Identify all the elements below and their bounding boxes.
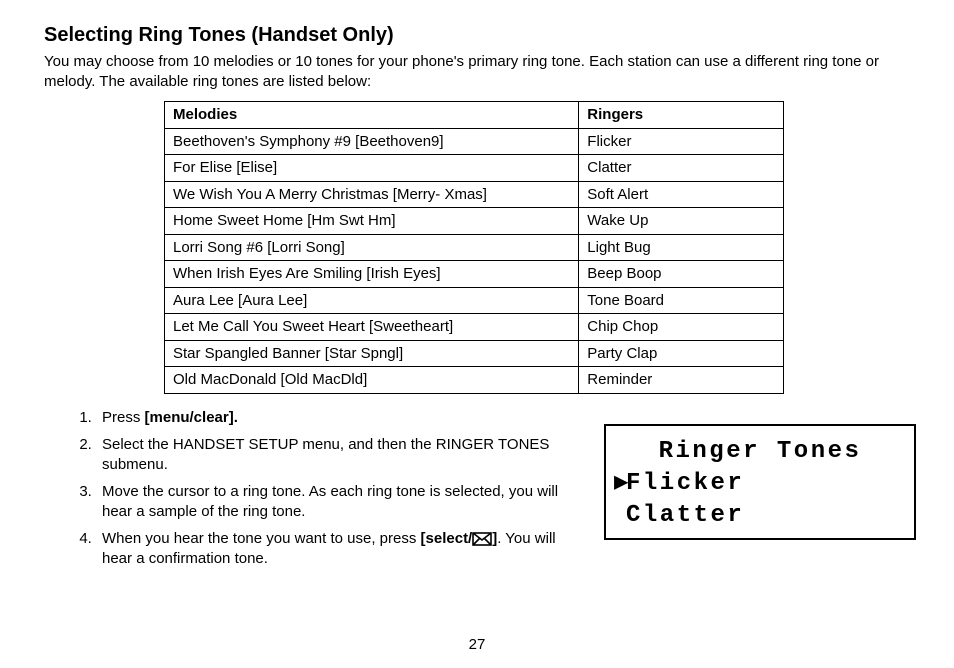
table-header-row: Melodies Ringers <box>165 102 784 129</box>
ringer-cell: Party Clap <box>579 340 784 367</box>
instruction-list: Press [menu/clear]. Select the HANDSET S… <box>84 408 568 577</box>
select-key-label: [select/ <box>421 530 473 547</box>
lcd-line-2: Clatter <box>614 500 906 532</box>
lcd-line-1: ▶Flicker <box>614 468 906 500</box>
handset-lcd-preview: Ringer Tones ▶Flicker Clatter <box>604 424 916 540</box>
manual-page: Selecting Ring Tones (Handset Only) You … <box>0 0 954 668</box>
melody-cell: Star Spangled Banner [Star Spngl] <box>165 340 579 367</box>
melody-cell: For Elise [Elise] <box>165 155 579 182</box>
page-title: Selecting Ring Tones (Handset Only) <box>44 22 916 48</box>
melody-cell: Home Sweet Home [Hm Swt Hm] <box>165 208 579 235</box>
ringer-cell: Tone Board <box>579 287 784 314</box>
table-row: Old MacDonald [Old MacDld]Reminder <box>165 367 784 394</box>
table-row: For Elise [Elise]Clatter <box>165 155 784 182</box>
header-melodies: Melodies <box>165 102 579 129</box>
menu-clear-key: [menu/clear]. <box>145 409 238 426</box>
step-3: Move the cursor to a ring tone. As each … <box>96 482 568 521</box>
ring-tones-table: Melodies Ringers Beethoven's Symphony #9… <box>164 101 784 394</box>
melody-cell: Lorri Song #6 [Lorri Song] <box>165 234 579 261</box>
melody-cell: Beethoven's Symphony #9 [Beethoven9] <box>165 128 579 155</box>
table-row: When Irish Eyes Are Smiling [Irish Eyes]… <box>165 261 784 288</box>
step-4: When you hear the tone you want to use, … <box>96 529 568 568</box>
melody-cell: Old MacDonald [Old MacDld] <box>165 367 579 394</box>
table-row: Let Me Call You Sweet Heart [Sweetheart]… <box>165 314 784 341</box>
envelope-icon <box>472 532 492 546</box>
melody-cell: When Irish Eyes Are Smiling [Irish Eyes] <box>165 261 579 288</box>
page-number: 27 <box>0 635 954 655</box>
intro-paragraph: You may choose from 10 melodies or 10 to… <box>44 52 916 91</box>
ringer-cell: Wake Up <box>579 208 784 235</box>
table-row: Lorri Song #6 [Lorri Song]Light Bug <box>165 234 784 261</box>
melody-cell: Let Me Call You Sweet Heart [Sweetheart] <box>165 314 579 341</box>
ringer-cell: Light Bug <box>579 234 784 261</box>
table-row: Aura Lee [Aura Lee]Tone Board <box>165 287 784 314</box>
ringer-cell: Chip Chop <box>579 314 784 341</box>
step-1: Press [menu/clear]. <box>96 408 568 428</box>
ringer-cell: Soft Alert <box>579 181 784 208</box>
table-row: We Wish You A Merry Christmas [Merry- Xm… <box>165 181 784 208</box>
ringer-cell: Clatter <box>579 155 784 182</box>
cursor-icon: ▶ <box>614 468 626 500</box>
table-row: Star Spangled Banner [Star Spngl]Party C… <box>165 340 784 367</box>
melody-cell: We Wish You A Merry Christmas [Merry- Xm… <box>165 181 579 208</box>
ringer-cell: Beep Boop <box>579 261 784 288</box>
ringer-cell: Reminder <box>579 367 784 394</box>
melody-cell: Aura Lee [Aura Lee] <box>165 287 579 314</box>
table-row: Home Sweet Home [Hm Swt Hm]Wake Up <box>165 208 784 235</box>
header-ringers: Ringers <box>579 102 784 129</box>
ringer-cell: Flicker <box>579 128 784 155</box>
lcd-title: Ringer Tones <box>614 436 906 468</box>
step-2: Select the HANDSET SETUP menu, and then … <box>96 435 568 474</box>
table-row: Beethoven's Symphony #9 [Beethoven9]Flic… <box>165 128 784 155</box>
